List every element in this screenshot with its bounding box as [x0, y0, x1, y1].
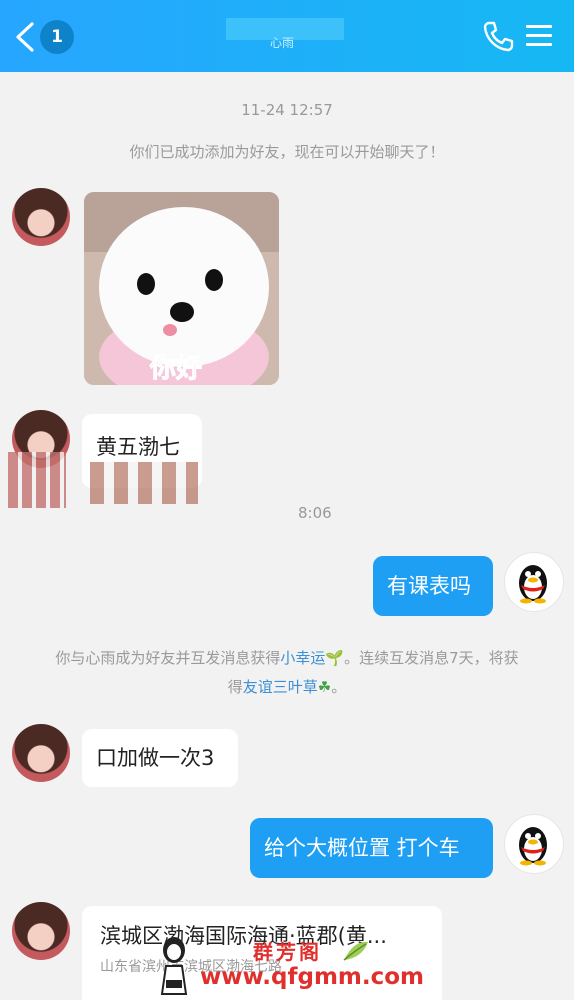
- menu-button[interactable]: [526, 22, 554, 50]
- contact-avatar[interactable]: [12, 902, 70, 960]
- timestamp: 11-24 12:57: [241, 101, 333, 119]
- system-notice-added: 你们已成功添加为好友，现在可以开始聊天了！: [129, 143, 445, 161]
- watermark-url: www.qfgmm.com: [200, 964, 425, 990]
- qq-penguin-icon: [519, 565, 547, 604]
- dog-sticker[interactable]: 你好: [84, 192, 279, 385]
- notice-text: 。: [331, 678, 347, 696]
- lucky-link[interactable]: 小幸运: [280, 649, 325, 667]
- glitch-artifact: [90, 462, 198, 504]
- back-button[interactable]: 1: [14, 18, 84, 56]
- my-avatar[interactable]: [504, 552, 564, 612]
- menu-icon: [526, 25, 554, 46]
- notice-text: 得: [227, 678, 243, 696]
- message-time: 8:06: [298, 504, 332, 522]
- sent-message[interactable]: 给个大概位置 打个车: [250, 818, 493, 878]
- sticker-caption: 你好: [149, 354, 203, 385]
- qq-penguin-icon: [519, 827, 547, 866]
- unread-badge: 1: [40, 20, 74, 54]
- notice-text: 。连续互发消息7天，将获: [344, 649, 519, 667]
- message-text: 有课表吗: [387, 574, 471, 598]
- chat-title: 心雨: [270, 36, 295, 50]
- watermark-leaf-icon: [343, 941, 368, 961]
- clover-icon: ☘: [317, 678, 332, 696]
- clover-link[interactable]: 友谊三叶草: [243, 678, 318, 696]
- sent-message[interactable]: 有课表吗: [373, 556, 493, 616]
- message-text: 黄五渤七: [96, 435, 180, 459]
- contact-avatar[interactable]: [12, 188, 70, 246]
- back-arrow-icon: [16, 22, 34, 52]
- phone-icon: [483, 21, 514, 52]
- message-text: 给个大概位置 打个车: [264, 836, 460, 860]
- sprout-icon: 🌱: [325, 649, 345, 667]
- notice-text: 你与心雨成为好友并互发消息获得: [55, 649, 281, 667]
- contact-avatar[interactable]: [12, 724, 70, 782]
- my-avatar[interactable]: [504, 814, 564, 874]
- watermark-girl-icon: [160, 937, 188, 995]
- system-notice-lucky: 你与心雨成为好友并互发消息获得小幸运🌱。连续互发消息7天，将获 得友谊三叶草☘。: [30, 644, 544, 702]
- watermark-name: 群芳阁: [253, 940, 322, 964]
- phone-button[interactable]: [482, 20, 514, 52]
- chat-header: 1 心雨: [0, 0, 574, 72]
- received-message[interactable]: 口加做一次3: [82, 729, 238, 787]
- message-text: 口加做一次3: [96, 746, 215, 770]
- glitch-artifact: [8, 452, 66, 508]
